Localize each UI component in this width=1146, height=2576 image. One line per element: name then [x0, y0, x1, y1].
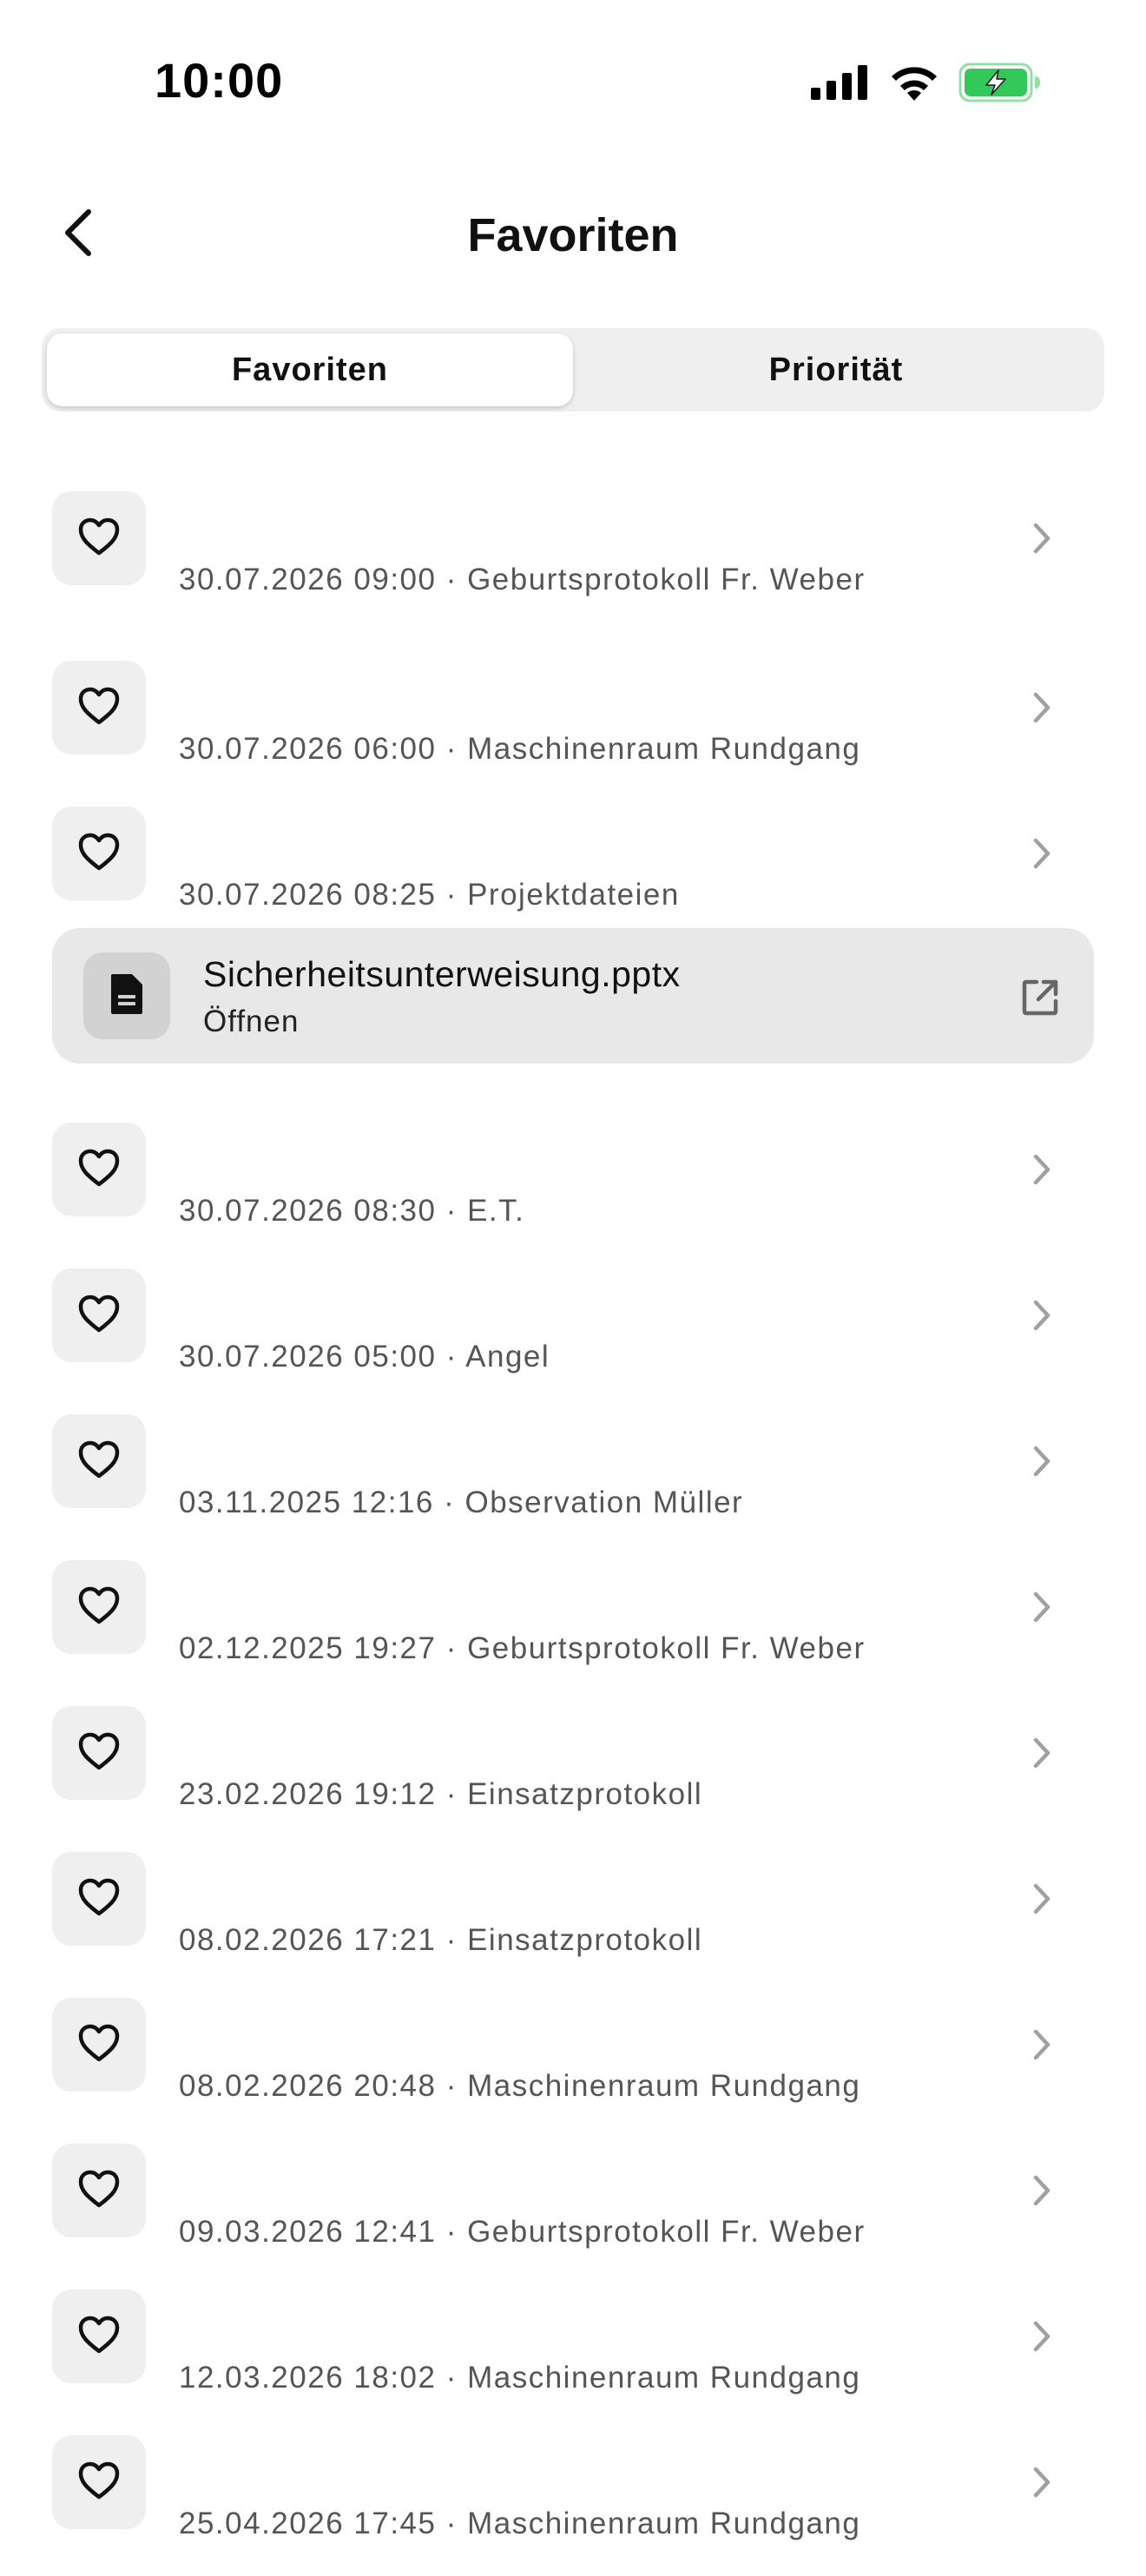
- list-item-label: 12.03.2026 18:02 · Maschinenraum Rundgan…: [179, 2361, 861, 2395]
- list-item[interactable]: 12.03.2026 18:02 · Maschinenraum Rundgan…: [0, 2284, 1146, 2430]
- list-item-label: 30.07.2026 05:00 · Angel: [179, 1340, 550, 1374]
- favorite-button[interactable]: [52, 1852, 146, 1946]
- heart-icon: [77, 2315, 121, 2359]
- list-item-label: 30.07.2026 08:30 · E.T.: [179, 1194, 525, 1228]
- chevron-right-icon: [1024, 1881, 1059, 1916]
- heart-icon: [77, 1294, 121, 1338]
- segment-favorites[interactable]: Favoriten: [47, 333, 573, 406]
- favorite-button[interactable]: [52, 1560, 146, 1654]
- list-item-label: 08.02.2026 17:21 · Einsatzprotokoll: [179, 1923, 703, 1957]
- list-item-label: 30.07.2026 09:00 · Geburtsprotokoll Fr. …: [179, 563, 866, 596]
- list-item[interactable]: 30.07.2026 08:30 · E.T.: [0, 1117, 1146, 1263]
- favorite-button[interactable]: [52, 1414, 146, 1508]
- file-open-label: Öffnen: [203, 1005, 300, 1038]
- list-item-label: 30.07.2026 08:25 · Projektdateien: [179, 878, 680, 912]
- list-item[interactable]: 08.02.2026 20:48 · Maschinenraum Rundgan…: [0, 1993, 1146, 2138]
- list-item-label: 25.04.2026 17:45 · Maschinenraum Rundgan…: [179, 2507, 861, 2540]
- chevron-right-icon: [1024, 2173, 1059, 2208]
- heart-icon: [77, 1877, 121, 1921]
- favorite-button[interactable]: [52, 1706, 146, 1800]
- list-item[interactable]: 02.12.2025 19:27 · Geburtsprotokoll Fr. …: [0, 1555, 1146, 1701]
- list-item[interactable]: 30.07.2026 05:00 · Angel: [0, 1263, 1146, 1409]
- favorite-button[interactable]: [52, 2289, 146, 2383]
- chevron-right-icon: [1024, 690, 1059, 725]
- heart-icon: [77, 517, 121, 561]
- list-item[interactable]: 25.04.2026 17:45 · Maschinenraum Rundgan…: [0, 2430, 1146, 2576]
- chevron-right-icon: [1024, 1590, 1059, 1624]
- heart-icon: [77, 2023, 121, 2067]
- battery-charging-icon: [958, 63, 1042, 107]
- document-icon: [109, 972, 144, 1020]
- heart-icon: [77, 2169, 121, 2213]
- list-item-label: 08.02.2026 20:48 · Maschinenraum Rundgan…: [179, 2069, 861, 2103]
- list-item[interactable]: 08.02.2026 17:21 · Einsatzprotokoll: [0, 1847, 1146, 1993]
- heart-icon: [77, 2461, 121, 2505]
- list-item[interactable]: 30.07.2026 09:00 · Geburtsprotokoll Fr. …: [0, 486, 1146, 656]
- heart-icon: [77, 1585, 121, 1630]
- wifi-icon: [889, 64, 939, 105]
- chevron-right-icon: [1024, 836, 1059, 871]
- heart-icon: [77, 832, 121, 876]
- nav-bar: Favoriten: [0, 182, 1146, 287]
- heart-icon: [77, 1148, 121, 1192]
- page-title: Favoriten: [467, 209, 679, 261]
- chevron-right-icon: [1024, 1152, 1059, 1187]
- chevron-right-icon: [1024, 2027, 1059, 2062]
- favorite-button[interactable]: [52, 661, 146, 754]
- chevron-right-icon: [1024, 1736, 1059, 1770]
- chevron-right-icon: [1024, 2465, 1059, 2500]
- list-item-label: 03.11.2025 12:16 · Observation Müller: [179, 1486, 744, 1519]
- chevron-right-icon: [1024, 521, 1059, 556]
- heart-icon: [77, 1731, 121, 1776]
- favorite-button[interactable]: [52, 2144, 146, 2237]
- list-item-label: 02.12.2025 19:27 · Geburtsprotokoll Fr. …: [179, 1631, 866, 1665]
- favorite-button[interactable]: [52, 2435, 146, 2529]
- status-time: 10:00: [155, 53, 284, 108]
- list-item[interactable]: 30.07.2026 08:25 · Projektdateien: [0, 801, 1146, 947]
- segmented-control: Favoriten Priorität: [42, 328, 1104, 412]
- file-name: Sicherheitsunterweisung.pptx: [203, 954, 681, 994]
- file-icon-box: [83, 952, 170, 1039]
- chevron-right-icon: [1024, 1298, 1059, 1333]
- favorites-list: 30.07.2026 09:00 · Geburtsprotokoll Fr. …: [0, 486, 1146, 2576]
- status-icons: [811, 63, 1042, 106]
- list-item-label: 30.07.2026 06:00 · Maschinenraum Rundgan…: [179, 732, 861, 766]
- list-item-label: 09.03.2026 12:41 · Geburtsprotokoll Fr. …: [179, 2215, 866, 2249]
- status-bar: 10:00: [0, 0, 1146, 165]
- list-item-label: 23.02.2026 19:12 · Einsatzprotokoll: [179, 1777, 703, 1811]
- list-item[interactable]: 09.03.2026 12:41 · Geburtsprotokoll Fr. …: [0, 2138, 1146, 2284]
- file-card[interactable]: Sicherheitsunterweisung.pptx Öffnen: [52, 928, 1094, 1064]
- chevron-right-icon: [1024, 2319, 1059, 2354]
- favorite-button[interactable]: [52, 1998, 146, 2092]
- open-external-icon[interactable]: [1019, 977, 1061, 1018]
- list-item[interactable]: 23.02.2026 19:12 · Einsatzprotokoll: [0, 1701, 1146, 1847]
- heart-icon: [77, 1440, 121, 1484]
- favorite-button[interactable]: [52, 807, 146, 900]
- favorite-button[interactable]: [52, 491, 146, 585]
- chevron-right-icon: [1024, 1444, 1059, 1479]
- heart-icon: [77, 686, 121, 730]
- cellular-signal-icon: [811, 64, 870, 104]
- list-item[interactable]: 30.07.2026 06:00 · Maschinenraum Rundgan…: [0, 656, 1146, 801]
- favorite-button[interactable]: [52, 1123, 146, 1216]
- segment-priority[interactable]: Priorität: [573, 333, 1099, 406]
- favorite-button[interactable]: [52, 1268, 146, 1362]
- list-item[interactable]: 03.11.2025 12:16 · Observation Müller: [0, 1409, 1146, 1555]
